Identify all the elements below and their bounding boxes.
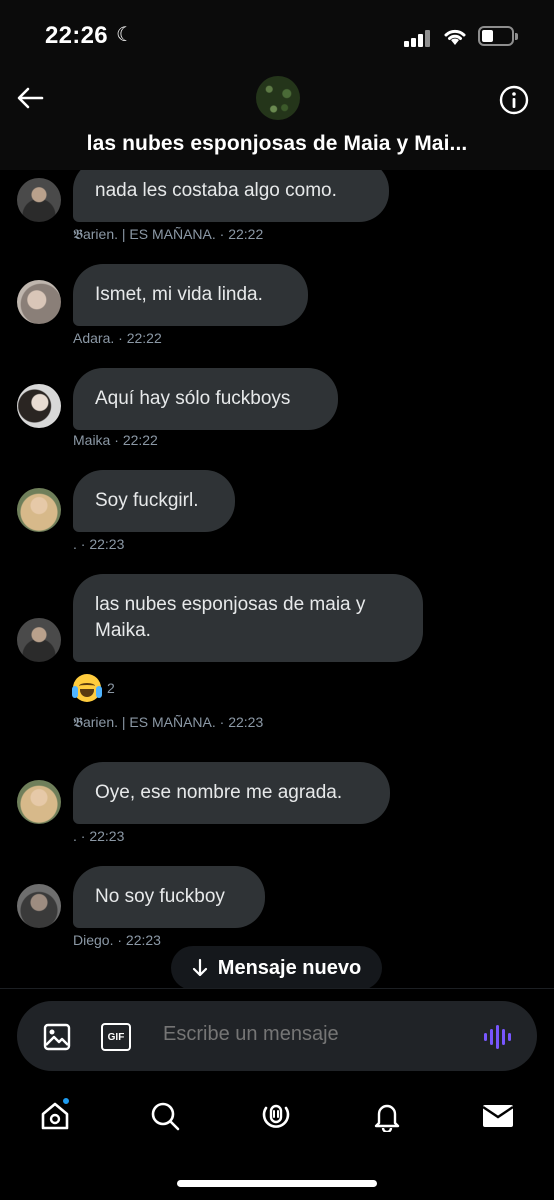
conversation-title[interactable]: las nubes esponjosas de Maia y Mai...	[0, 132, 554, 156]
message-meta: 𝕭arien. | ES MAÑANA. · 22:23	[73, 714, 264, 730]
avatar[interactable]	[17, 280, 61, 324]
back-arrow-icon	[17, 87, 44, 109]
avatar[interactable]	[17, 178, 61, 222]
bottom-tab-bar	[0, 1084, 554, 1200]
message-meta: . · 22:23	[73, 828, 125, 844]
avatar[interactable]	[17, 780, 61, 824]
message-author: Adara.	[73, 330, 115, 346]
message-bubble[interactable]: Ismet, mi vida linda.	[73, 264, 308, 326]
message-author: .	[73, 828, 77, 844]
message-composer: GIF	[17, 1001, 537, 1071]
voice-message-icon[interactable]	[483, 1023, 511, 1051]
arrow-down-icon	[192, 958, 207, 977]
message-author: .	[73, 536, 77, 552]
home-indicator[interactable]	[177, 1180, 377, 1187]
conversation-header: las nubes esponjosas de Maia y Mai...	[0, 70, 554, 170]
message-time: 22:23	[89, 828, 125, 844]
message-reaction[interactable]: 2	[72, 674, 115, 702]
bell-icon	[374, 1104, 400, 1132]
message-meta: . · 22:23	[73, 536, 125, 552]
cellular-signal-icon	[404, 29, 434, 47]
message-author: 𝕭arien. | ES MAÑANA.	[73, 226, 216, 242]
message-meta: Diego. · 22:23	[73, 932, 161, 948]
message-meta: 𝕭arien. | ES MAÑANA. · 22:22	[73, 226, 264, 242]
message-author: Diego.	[73, 932, 114, 948]
group-avatar[interactable]	[256, 76, 300, 120]
message-input[interactable]	[163, 1023, 463, 1046]
gif-button[interactable]: GIF	[101, 1023, 131, 1051]
status-time: 22:26	[45, 22, 108, 49]
tab-notifications[interactable]	[369, 1098, 405, 1134]
avatar[interactable]	[17, 488, 61, 532]
info-icon[interactable]	[498, 84, 530, 116]
message-text: Soy fuckgirl.	[95, 490, 199, 511]
message-text: las nubes esponjosas de maia y Maika.	[95, 594, 366, 641]
search-icon	[151, 1102, 180, 1131]
message-text: Aquí hay sólo fuckboys	[95, 388, 291, 409]
tab-messages[interactable]	[480, 1098, 516, 1134]
new-message-label: Mensaje nuevo	[217, 956, 362, 979]
message-list[interactable]: nada les costaba algo como. 𝕭arien. | ES…	[0, 170, 554, 988]
tab-home[interactable]	[37, 1096, 73, 1134]
message-bubble[interactable]: nada les costaba algo como.	[73, 170, 389, 222]
message-bubble[interactable]: No soy fuckboy	[73, 866, 265, 928]
message-bubble[interactable]: Aquí hay sólo fuckboys	[73, 368, 338, 430]
message-meta: Maika · 22:22	[73, 432, 158, 448]
message-text: nada les costaba algo como.	[95, 180, 337, 201]
avatar[interactable]	[17, 884, 61, 928]
composer-area: GIF	[0, 988, 554, 1084]
message-time: 22:22	[126, 330, 162, 346]
message-bubble[interactable]: las nubes esponjosas de maia y Maika.	[73, 574, 423, 662]
tab-search[interactable]	[147, 1098, 183, 1134]
do-not-disturb-icon: ☾	[116, 24, 134, 46]
message-time: 22:23	[228, 714, 264, 730]
status-bar: 22:26 ☾	[0, 0, 554, 70]
message-text: Ismet, mi vida linda.	[95, 284, 263, 305]
reaction-count: 2	[107, 680, 115, 696]
notification-dot	[61, 1096, 71, 1106]
gif-label: GIF	[107, 1031, 125, 1043]
spaces-microphone-icon	[262, 1104, 290, 1128]
avatar[interactable]	[17, 384, 61, 428]
new-message-button[interactable]: Mensaje nuevo	[171, 946, 382, 990]
tears-of-joy-emoji-icon	[72, 674, 102, 702]
message-text: No soy fuckboy	[95, 886, 225, 907]
message-text: Oye, ese nombre me agrada.	[95, 782, 343, 803]
message-author: Maika	[73, 432, 111, 448]
battery-icon	[478, 26, 518, 46]
message-time: 22:22	[122, 432, 158, 448]
message-bubble[interactable]: Oye, ese nombre me agrada.	[73, 762, 390, 824]
back-button[interactable]	[12, 82, 48, 114]
avatar[interactable]	[17, 618, 61, 662]
image-icon[interactable]	[43, 1023, 71, 1051]
message-time: 22:23	[125, 932, 161, 948]
message-bubble[interactable]: Soy fuckgirl.	[73, 470, 235, 532]
message-time: 22:23	[89, 536, 125, 552]
message-meta: Adara. · 22:22	[73, 330, 162, 346]
message-time: 22:22	[228, 226, 264, 242]
tab-spaces[interactable]	[258, 1098, 294, 1134]
envelope-icon	[482, 1105, 514, 1127]
message-author: 𝕭arien. | ES MAÑANA.	[73, 714, 216, 730]
wifi-icon	[444, 29, 466, 45]
